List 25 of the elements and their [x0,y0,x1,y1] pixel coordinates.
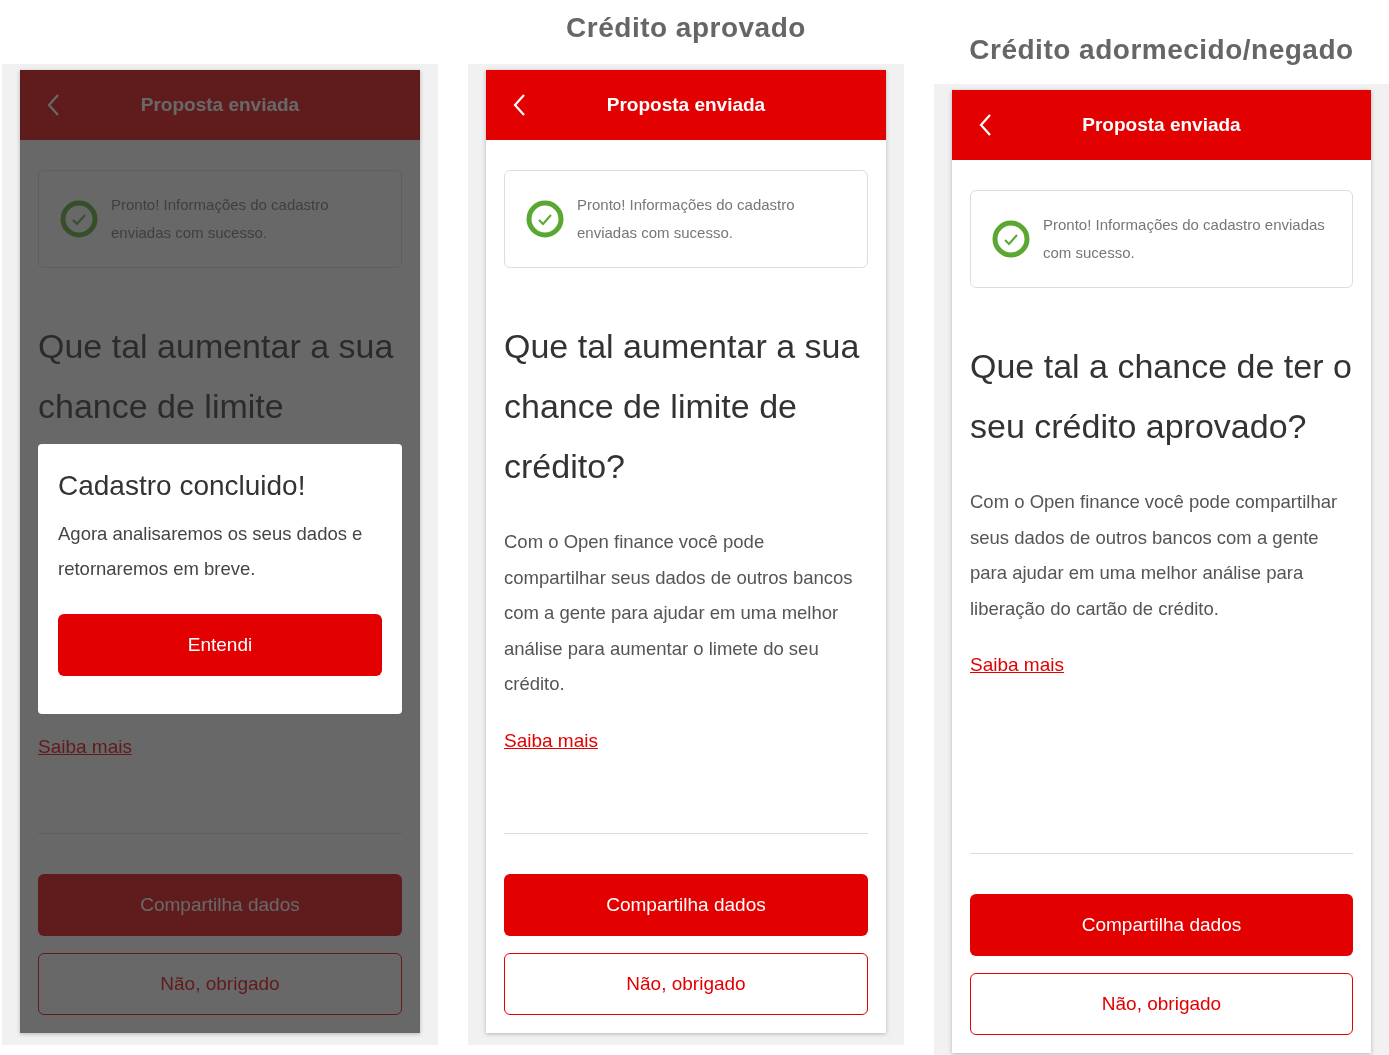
decline-button[interactable]: Não, obrigado [504,953,868,1015]
heading: Que tal a chance de ter o seu crédito aprovado? [970,346,1353,447]
check-circle-icon [991,219,1031,259]
heading: Que tal aumentar a sua chance de limite de crédito? [504,326,861,487]
notice-text: Pronto! Informações do cadastro enviadas com sucesso. [577,195,796,243]
body-text: Com o Open finance você pode compartilhar seus dados de outros bancos com a gente para ajudar em uma melhor análise para aumentar o limete do seu crédito. [504,530,854,696]
heading: Que tal aumentar a sua chance de limite [38,326,395,427]
column-title: Crédito adormecido/negado [969,34,1354,67]
screen-title: Proposta enviada [1081,114,1242,136]
back-icon[interactable] [978,113,992,137]
saiba-mais-link[interactable]: Saiba mais [970,654,1064,676]
screen-title: Proposta enviada [139,94,301,116]
share-data-button[interactable]: Compartilha dados [504,874,868,936]
saiba-mais-link[interactable]: Saiba mais [504,729,598,752]
check-circle-icon [525,199,565,239]
notice-text: Pronto! Informações do cadastro enviadas com sucesso. [1043,215,1326,263]
share-data-button[interactable]: Compartilha dados [970,894,1353,956]
body-text: Com o Open finance você pode compartilhar seus dados de outros bancos com a gente para ajudar em uma melhor análise para liberação do cartão de crédito. [970,490,1339,621]
back-icon[interactable] [512,93,526,117]
dialog-text: Agora analisaremos os seus dados e retornaremos em breve. [58,522,364,581]
dialog-title: Cadastro concluido! [58,470,307,502]
screen-title: Proposta enviada [605,94,767,116]
column-title: Crédito aprovado [566,12,806,45]
understood-button[interactable]: Entendi [58,614,382,676]
decline-button[interactable]: Não, obrigado [970,973,1353,1035]
